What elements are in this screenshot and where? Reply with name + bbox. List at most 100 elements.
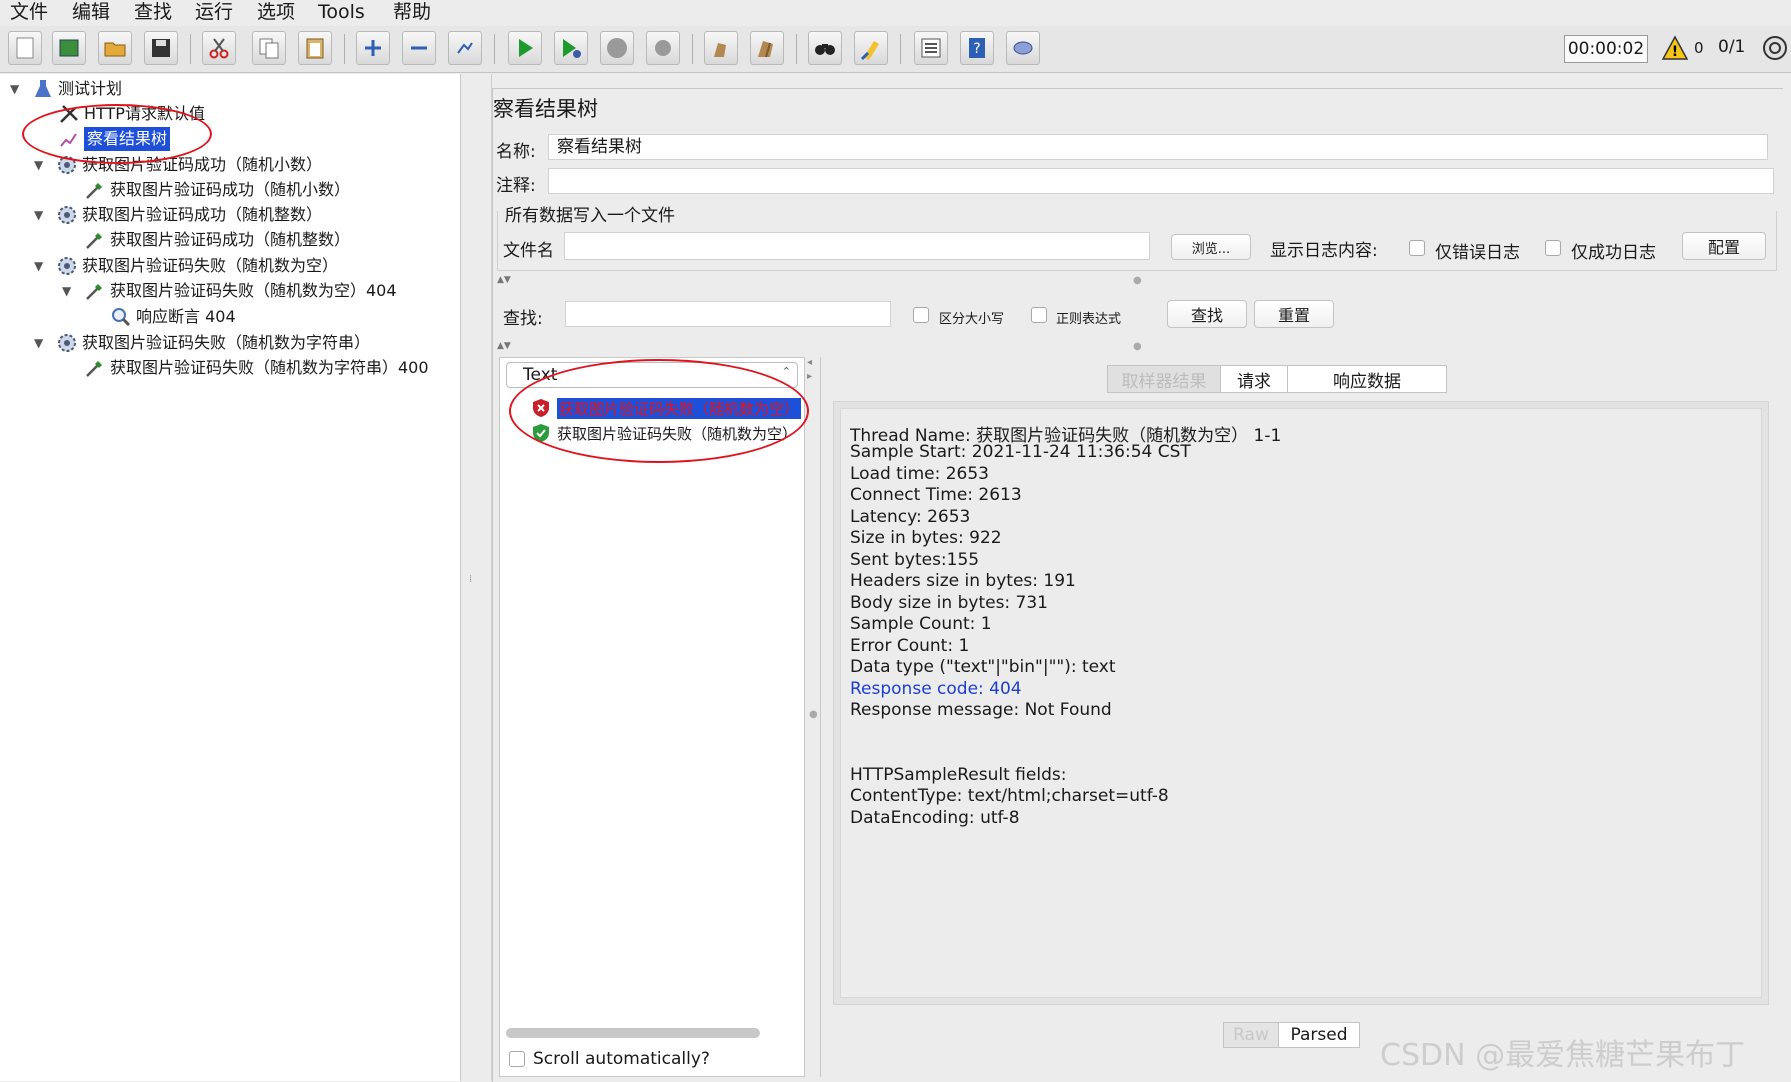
tree-item-sampler[interactable]: 获取图片验证码成功（随机整数）: [84, 228, 350, 252]
divider-dot-icon: ●: [1133, 341, 1142, 352]
log-content-label: 显示日志内容:: [1270, 241, 1378, 261]
collapse-arrows-icon[interactable]: ▲▼: [497, 275, 511, 285]
expand-arrow-icon[interactable]: ▼: [34, 158, 43, 172]
result-line: Body size in bytes: 731: [850, 593, 1048, 613]
tree-item-thread-group[interactable]: 获取图片验证码失败（随机数为字符串）: [56, 331, 370, 355]
menu-help[interactable]: 帮助: [393, 0, 431, 24]
paste-icon[interactable]: [298, 31, 332, 65]
remote-icon[interactable]: [1762, 35, 1788, 61]
tree-item-thread-group[interactable]: 获取图片验证码失败（随机数为空）: [56, 254, 338, 278]
result-line: DataEncoding: utf-8: [850, 808, 1020, 828]
menu-tools[interactable]: Tools: [318, 0, 365, 24]
success-only-checkbox[interactable]: [1545, 240, 1561, 256]
tree-item-sampler[interactable]: 获取图片验证码成功（随机小数）: [84, 178, 350, 202]
templates-icon[interactable]: [52, 31, 86, 65]
gear-icon: [56, 332, 78, 354]
errors-only-checkbox[interactable]: [1409, 240, 1425, 256]
divider-dot-icon: ●: [1133, 275, 1142, 286]
menu-options[interactable]: 选项: [257, 0, 295, 24]
elapsed-timer: 00:00:02: [1564, 35, 1648, 63]
stop-icon[interactable]: [600, 31, 634, 65]
expand-arrow-icon[interactable]: ▼: [34, 208, 43, 222]
result-line: Latency: 2653: [850, 507, 971, 527]
reset-search-icon[interactable]: [854, 31, 888, 65]
help-icon[interactable]: ?: [960, 31, 994, 65]
errors-only-label: 仅错误日志: [1435, 243, 1520, 263]
search-label: 查找:: [503, 309, 543, 329]
browse-button[interactable]: 浏览...: [1171, 234, 1251, 260]
thread-count: 0/1: [1718, 37, 1746, 57]
find-button[interactable]: 查找: [1167, 300, 1247, 328]
warning-icon[interactable]: !: [1661, 35, 1689, 61]
comment-field[interactable]: [548, 168, 1774, 194]
response-code-line: Response code: 404: [850, 679, 1022, 699]
expand-arrow-icon[interactable]: ▼: [62, 284, 71, 298]
pipette-icon: [84, 280, 106, 302]
reset-button[interactable]: 重置: [1254, 300, 1334, 328]
tree-item-sampler[interactable]: 获取图片验证码失败（随机数为空）404: [84, 279, 397, 303]
tab-response-data[interactable]: 响应数据: [1287, 365, 1447, 393]
case-sensitive-checkbox[interactable]: [913, 307, 929, 323]
tree-label: 获取图片验证码失败（随机数为字符串）400: [110, 358, 429, 377]
save-icon[interactable]: [144, 31, 178, 65]
search-icon[interactable]: [808, 31, 842, 65]
log-viewer-icon[interactable]: [1006, 31, 1040, 65]
svg-text:?: ?: [973, 41, 980, 57]
result-line: ContentType: text/html;charset=utf-8: [850, 786, 1169, 806]
clear-all-icon[interactable]: [750, 31, 784, 65]
expand-arrow-icon[interactable]: ▼: [34, 336, 43, 350]
tab-sampler-result[interactable]: 取样器结果: [1107, 365, 1221, 393]
shutdown-icon[interactable]: [646, 31, 680, 65]
splitter[interactable]: ⁞: [461, 74, 492, 1081]
toggle-icon[interactable]: [448, 31, 482, 65]
tab-request[interactable]: 请求: [1220, 365, 1288, 393]
expand-arrow-icon[interactable]: ▼: [34, 259, 43, 273]
start-icon[interactable]: [508, 31, 542, 65]
tab-raw[interactable]: Raw: [1223, 1022, 1279, 1048]
copy-icon[interactable]: [252, 31, 286, 65]
splitter-handle-icon[interactable]: ⁞: [469, 574, 472, 585]
menu-run[interactable]: 运行: [195, 0, 233, 24]
tree-item-test-plan[interactable]: 测试计划: [32, 77, 122, 101]
tree-label: 获取图片验证码成功（随机整数）: [82, 205, 323, 224]
tree-item-sampler[interactable]: 获取图片验证码失败（随机数为字符串）400: [84, 356, 429, 380]
annotation-ellipse: [509, 359, 809, 463]
scroll-auto-checkbox[interactable]: [509, 1051, 525, 1067]
tree-item-assertion[interactable]: 响应断言 404: [110, 305, 236, 329]
collapse-icon[interactable]: [402, 31, 436, 65]
toolbar: ? 00:00:02 ! 0 0/1: [0, 26, 1791, 73]
regex-checkbox[interactable]: [1031, 307, 1047, 323]
new-icon[interactable]: [8, 31, 42, 65]
collapse-left-arrow-icon[interactable]: ◂: [807, 357, 812, 368]
clear-icon[interactable]: [704, 31, 738, 65]
expand-right-arrow-icon[interactable]: ▸: [807, 371, 812, 382]
search-input[interactable]: [565, 301, 891, 327]
menu-edit[interactable]: 编辑: [72, 0, 110, 24]
result-line: Data type ("text"|"bin"|""): text: [850, 657, 1116, 677]
start-no-pause-icon[interactable]: [554, 31, 588, 65]
filename-field[interactable]: [564, 232, 1150, 260]
expand-arrow-icon[interactable]: ▼: [10, 82, 19, 96]
name-field[interactable]: 察看结果树: [548, 134, 1768, 160]
menu-search[interactable]: 查找: [134, 0, 172, 24]
flask-icon: [32, 78, 54, 100]
result-line: Connect Time: 2613: [850, 485, 1022, 505]
results-list-pane: Text ⌃ 获取图片验证码失败（随机数为空） 获取图片验证码失败（随机数为空）: [499, 357, 805, 1077]
tree-label: 获取图片验证码失败（随机数为字符串）: [82, 333, 371, 352]
horizontal-scrollbar[interactable]: [506, 1028, 760, 1038]
collapse-arrows-icon[interactable]: ▲▼: [497, 341, 511, 351]
tree-label: 获取图片验证码成功（随机整数）: [110, 230, 351, 249]
detail-tabs: 取样器结果 请求 响应数据: [1107, 365, 1497, 393]
watermark: CSDN @最爱焦糖芒果布丁: [1380, 1038, 1746, 1073]
tab-parsed[interactable]: Parsed: [1278, 1022, 1360, 1048]
chevron-updown-icon: ⌃: [781, 365, 791, 378]
cut-icon[interactable]: [202, 31, 236, 65]
configure-button[interactable]: 配置: [1682, 232, 1766, 260]
menu-bar: 文件 编辑 查找 运行 选项 Tools 帮助: [0, 0, 1791, 26]
tree-item-thread-group[interactable]: 获取图片验证码成功（随机整数）: [56, 203, 322, 227]
menu-file[interactable]: 文件: [10, 0, 48, 24]
comment-label: 注释:: [496, 176, 536, 196]
open-icon[interactable]: [98, 31, 132, 65]
expand-icon[interactable]: [356, 31, 390, 65]
function-helper-icon[interactable]: [914, 31, 948, 65]
